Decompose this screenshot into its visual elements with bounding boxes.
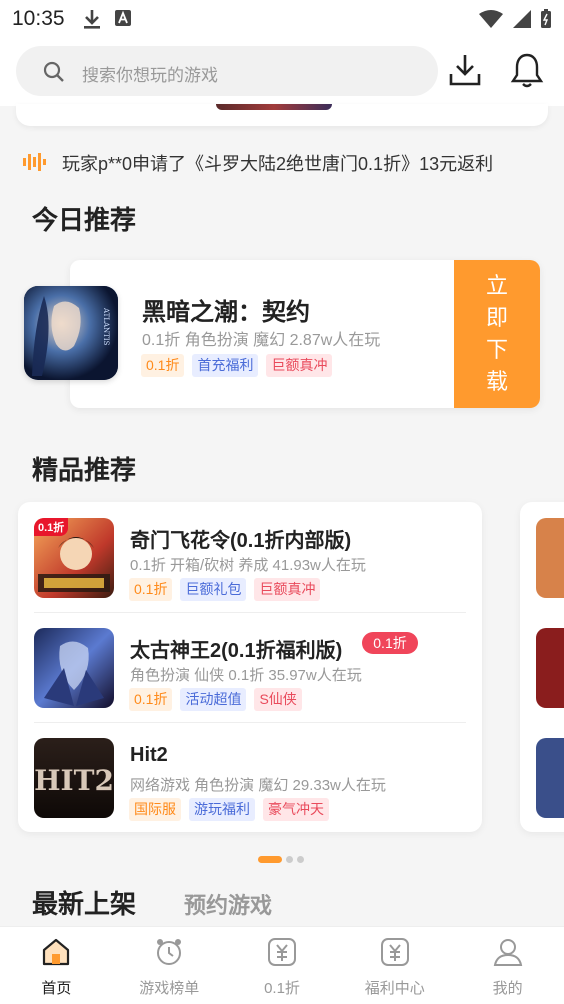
search-icon — [43, 61, 64, 82]
game-icon-art: HIT2 — [34, 738, 114, 818]
tag: 巨额礼包 — [180, 578, 247, 601]
ranking-icon — [157, 939, 182, 965]
notification-bell-icon[interactable] — [510, 52, 544, 88]
nav-label: 首页 — [41, 980, 72, 997]
premium-list-card-next[interactable] — [520, 502, 564, 832]
pager-dot-active[interactable] — [258, 856, 282, 863]
nav-label: 福利中心 — [364, 980, 425, 997]
search-input[interactable]: 搜索你想玩的游戏 — [16, 46, 438, 96]
battery-icon — [541, 9, 551, 28]
tag: 巨额真冲 — [254, 578, 321, 601]
game-tags: 0.1折 活动超值 S仙侠 — [129, 688, 302, 711]
list-item[interactable]: HIT2 Hit2 网络游戏 角色扮演 魔幻 29.33w人在玩 国际服 游玩福… — [34, 728, 466, 828]
game-list-tabs: 最新上架 预约游戏 — [32, 884, 272, 921]
cell-signal-icon — [513, 10, 531, 28]
nav-label: 0.1折 — [264, 980, 300, 997]
tag: 巨额真冲 — [266, 354, 333, 377]
divider — [34, 722, 466, 723]
game-icon-art — [34, 628, 114, 708]
status-system-icons — [478, 9, 552, 29]
banner-carousel[interactable] — [16, 104, 548, 126]
download-label-char: 立 — [485, 273, 508, 298]
game-name[interactable]: Hit2 — [130, 744, 168, 767]
discount-badge: 0.1折 — [362, 632, 418, 654]
premium-section-title: 精品推荐 — [24, 450, 137, 487]
divider — [34, 612, 466, 613]
game-discount-badge: 0.1折 — [34, 518, 69, 536]
tag: 豪气冲天 — [263, 798, 329, 821]
status-bar: 10:35 — [0, 0, 564, 38]
nav-item-ranking[interactable]: 游戏榜单 — [113, 927, 226, 1004]
today-game-tags: 0.1折 首充福利 巨额真冲 — [141, 354, 333, 377]
tag: 首充福利 — [192, 354, 259, 377]
game-name[interactable]: 太古神王2(0.1折福利版) — [130, 634, 342, 663]
game-meta: 网络游戏 角色扮演 魔幻 29.33w人在玩 — [130, 777, 386, 794]
nav-label: 我的 — [492, 980, 523, 997]
list-item[interactable]: 0.1折 奇门飞花令(0.1折内部版) 0.1折 开箱/砍树 养成 41.93w… — [34, 508, 466, 608]
ticker-text: 玩家p**0申请了《斗罗大陆2绝世唐门0.1折》13元返利 — [62, 154, 494, 174]
game-tags: 0.1折 巨额礼包 巨额真冲 — [129, 578, 321, 601]
status-notification-icons — [82, 8, 132, 30]
today-section-title: 今日推荐 — [24, 200, 137, 237]
banner-image — [216, 104, 332, 110]
carousel-pager — [258, 856, 304, 863]
wifi-icon — [479, 10, 503, 28]
tag: 0.1折 — [129, 578, 173, 601]
download-label-char: 载 — [485, 369, 508, 394]
premium-section-title-text: 精品推荐 — [32, 455, 137, 485]
profile-icon — [493, 939, 522, 966]
top-bar: 搜索你想玩的游戏 — [0, 38, 564, 106]
app-notification-icon — [115, 10, 131, 26]
search-placeholder: 搜索你想玩的游戏 — [82, 66, 218, 85]
next-card-icons — [536, 518, 564, 818]
tag: 活动超值 — [180, 688, 247, 711]
bottom-navigation: 首页 游戏榜单 0.1折 福利中心 我的 — [0, 926, 564, 1004]
nav-item-discount[interactable]: 0.1折 — [226, 927, 339, 1004]
tag: S仙侠 — [254, 688, 302, 711]
game-meta: 0.1折 开箱/砍树 养成 41.93w人在玩 — [130, 557, 366, 574]
tab-latest[interactable]: 最新上架 — [32, 884, 136, 921]
nav-item-profile[interactable]: 我的 — [451, 927, 564, 1004]
premium-list-card: 0.1折 奇门飞花令(0.1折内部版) 0.1折 开箱/砍树 养成 41.93w… — [18, 502, 482, 832]
game-icon[interactable] — [34, 628, 114, 708]
game-icon[interactable]: 0.1折 — [34, 518, 114, 598]
tab-reserve[interactable]: 预约游戏 — [184, 888, 272, 920]
nav-item-home[interactable]: 首页 — [0, 927, 113, 1004]
welfare-icon — [380, 938, 409, 966]
game-icon[interactable]: HIT2 — [34, 738, 114, 818]
nav-item-welfare[interactable]: 福利中心 — [338, 927, 451, 1004]
tag: 0.1折 — [141, 354, 185, 377]
tag: 0.1折 — [129, 688, 173, 711]
today-game-icon[interactable]: ATLANTIS — [24, 286, 118, 380]
game-meta: 角色扮演 仙侠 0.1折 35.97w人在玩 — [130, 667, 362, 684]
game-tags: 国际服 游玩福利 豪气冲天 — [129, 798, 329, 821]
tag: 游玩福利 — [189, 798, 255, 821]
download-manager-icon[interactable] — [448, 52, 482, 88]
hit2-logo-text: HIT2 — [34, 764, 114, 797]
status-time: 10:35 — [12, 7, 65, 30]
game-name[interactable]: 奇门飞花令(0.1折内部版) — [130, 524, 351, 553]
today-section-title-text: 今日推荐 — [32, 205, 137, 235]
download-label-char: 即 — [485, 305, 508, 330]
download-label-char: 下 — [485, 337, 508, 362]
discount-icon — [267, 938, 296, 966]
today-game-art: ATLANTIS — [24, 286, 118, 380]
download-notification-icon — [84, 10, 100, 29]
news-ticker[interactable]: 玩家p**0申请了《斗罗大陆2绝世唐门0.1折》13元返利 — [0, 138, 564, 186]
home-icon — [43, 938, 70, 966]
today-game-meta: 0.1折 角色扮演 魔幻 2.87w人在玩 — [142, 332, 381, 349]
today-game-icon-text: ATLANTIS — [102, 307, 110, 346]
tag: 国际服 — [129, 798, 181, 821]
audio-wave-icon — [23, 153, 46, 171]
today-game-name[interactable]: 黑暗之潮：契约 — [142, 292, 310, 327]
download-now-button[interactable]: 立 即 下 载 — [454, 260, 540, 408]
nav-label: 游戏榜单 — [139, 980, 200, 997]
pager-dot[interactable] — [297, 856, 304, 863]
pager-dot[interactable] — [286, 856, 293, 863]
